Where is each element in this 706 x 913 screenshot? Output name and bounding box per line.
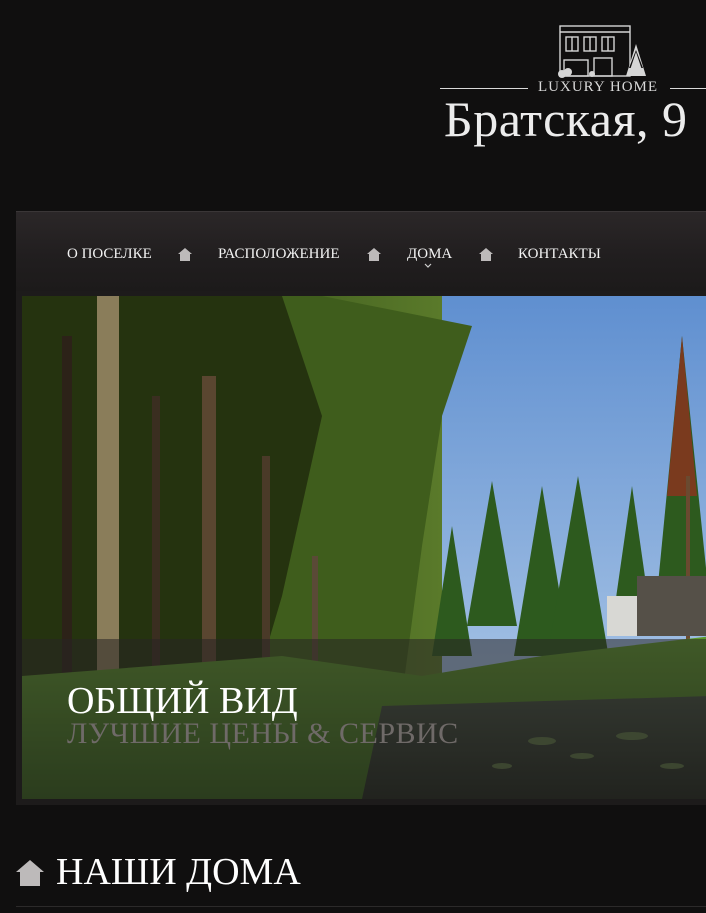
nav-item-location[interactable]: РАСПОЛОЖЕНИЕ [218, 246, 340, 263]
house-icon [479, 248, 493, 261]
logo-name: Братская, 9 [444, 91, 688, 147]
divider [440, 88, 528, 89]
site-logo[interactable]: LUXURY HOME Братская, 9 [440, 20, 706, 160]
house-icon [178, 248, 192, 261]
main-nav: О ПОСЕЛКЕ РАСПОЛОЖЕНИЕ ДОМА КОНТАКТЫ [16, 211, 706, 292]
divider [16, 906, 706, 907]
slide-subtitle: ЛУЧШИЕ ЦЕНЫ & СЕРВИС [67, 717, 459, 750]
slider[interactable]: ОБЩИЙ ВИД ЛУЧШИЕ ЦЕНЫ & СЕРВИС [22, 296, 706, 799]
house-icon [367, 248, 381, 261]
chevron-down-icon[interactable] [424, 263, 432, 269]
section-title: НАШИ ДОМА [56, 851, 301, 893]
divider [670, 88, 706, 89]
house-icon [16, 860, 44, 886]
nav-item-about[interactable]: О ПОСЕЛКЕ [67, 246, 152, 263]
page: LUXURY HOME Братская, 9 О ПОСЕЛКЕ РАСПОЛ… [0, 0, 706, 913]
house-logo-icon [558, 25, 646, 78]
slide-caption: ОБЩИЙ ВИД ЛУЧШИЕ ЦЕНЫ & СЕРВИС [22, 639, 706, 799]
nav-item-contacts[interactable]: КОНТАКТЫ [518, 246, 601, 263]
nav-item-houses[interactable]: ДОМА [407, 246, 452, 263]
